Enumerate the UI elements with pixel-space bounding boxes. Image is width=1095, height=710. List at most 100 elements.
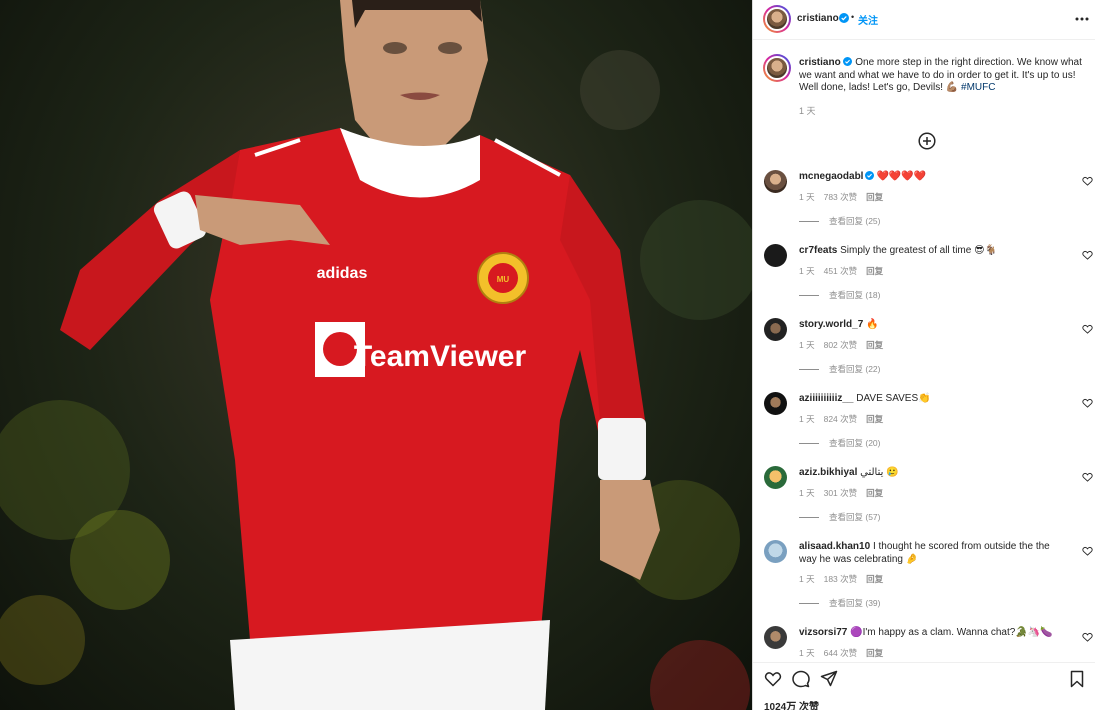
- share-send-icon[interactable]: [820, 670, 838, 688]
- caption-verified-badge-icon: [843, 57, 853, 66]
- comment-username[interactable]: vizsorsi77: [799, 627, 847, 638]
- view-replies-label: 查看回复 (39): [829, 598, 881, 608]
- caption-timestamp: 1 天: [799, 106, 816, 116]
- view-replies-button[interactable]: 查看回复 (39): [799, 597, 880, 609]
- comment-username[interactable]: alisaad.khan10: [799, 541, 870, 552]
- view-replies-button[interactable]: 查看回复 (22): [799, 363, 880, 375]
- comment-like-heart-icon[interactable]: [1082, 250, 1093, 260]
- comment-like-heart-icon[interactable]: [1082, 472, 1093, 482]
- comment-username[interactable]: aziz.bikhiyal: [799, 467, 857, 478]
- view-replies-button[interactable]: 查看回复 (20): [799, 437, 880, 449]
- view-replies-line: [799, 443, 819, 445]
- comment-reply-button[interactable]: 回复: [866, 266, 883, 276]
- likes-count[interactable]: 1024万 次赞: [764, 698, 819, 710]
- comment-reply-button[interactable]: 回复: [866, 340, 883, 350]
- comment-meta: 1 天 301 次赞 回复: [799, 487, 892, 499]
- view-replies-line: [799, 603, 819, 605]
- comment-text-block: alisaad.khan10 I thought he scored from …: [799, 541, 1069, 566]
- player-illustration: MU adidas TeamViewer: [0, 0, 752, 710]
- comment-bubble-icon[interactable]: [792, 670, 810, 688]
- comment-reply-button[interactable]: 回复: [866, 648, 883, 658]
- view-replies-label: 查看回复 (22): [829, 364, 881, 374]
- author-avatar[interactable]: [763, 5, 791, 33]
- view-replies-label: 查看回复 (25): [829, 216, 881, 226]
- comment-meta: 1 天 451 次赞 回复: [799, 265, 892, 277]
- post-header: cristiano • 关注: [753, 0, 1095, 40]
- view-replies-line: [799, 517, 819, 519]
- svg-text:adidas: adidas: [317, 265, 368, 282]
- comment-timestamp: 1 天: [799, 192, 815, 202]
- view-replies-button[interactable]: 查看回复 (57): [799, 511, 880, 523]
- comment-row: aziiiiiiiiiiz__ DAVE SAVES👏 1 天 824 次赞 回复 查看…: [753, 382, 1095, 456]
- more-options-icon[interactable]: [1073, 11, 1091, 27]
- comment-verified-badge-icon: [865, 171, 875, 180]
- comment-meta: 1 天 644 次赞 回复: [799, 647, 892, 659]
- comment-username[interactable]: mcnegaodabl: [799, 171, 863, 182]
- author-username[interactable]: cristiano: [797, 13, 839, 24]
- comment-like-count[interactable]: 301 次赞: [824, 488, 858, 498]
- comment-body: 🟣I'm happy as a clam. Wanna chat?🐊🦄🍆: [850, 627, 1053, 638]
- view-replies-button[interactable]: 查看回复 (18): [799, 289, 880, 301]
- comment-avatar[interactable]: [764, 626, 787, 649]
- comment-avatar[interactable]: [764, 466, 787, 489]
- load-more-comments-icon[interactable]: [918, 132, 936, 150]
- comment-row: aziz.bikhiyal يتالتي 🥲 1 天 301 次赞 回复 查看回复 (5…: [753, 456, 1095, 530]
- save-bookmark-icon[interactable]: [1068, 670, 1086, 688]
- comment-like-count[interactable]: 644 次赞: [824, 648, 858, 658]
- comment-like-count[interactable]: 783 次赞: [824, 192, 858, 202]
- comment-like-heart-icon[interactable]: [1082, 546, 1093, 556]
- comment-username[interactable]: aziiiiiiiiiiz__: [799, 393, 853, 404]
- separator-dot: •: [851, 12, 855, 22]
- caption-author-avatar[interactable]: [763, 54, 791, 82]
- comment-avatar[interactable]: [764, 392, 787, 415]
- post-caption: cristiano One more step in the right dir…: [799, 57, 1091, 95]
- follow-button[interactable]: 关注: [858, 12, 878, 27]
- post-photo[interactable]: MU adidas TeamViewer: [0, 0, 752, 710]
- comment-like-count[interactable]: 824 次赞: [824, 414, 858, 424]
- comment-row: mcnegaodabl ❤️❤️❤️❤️ 1 天 783 次赞 回复查看回复 (25): [753, 160, 1095, 234]
- comment-body: ❤️❤️❤️❤️: [876, 171, 927, 182]
- comment-text-block: vizsorsi77 🟣I'm happy as a clam. Wanna c…: [799, 627, 1069, 640]
- comments-list[interactable]: mcnegaodabl ❤️❤️❤️❤️ 1 天 783 次赞 回复 查看回复 (25) c…: [753, 160, 1095, 660]
- comment-like-heart-icon[interactable]: [1082, 632, 1093, 642]
- comment-body: DAVE SAVES👏: [856, 393, 931, 404]
- comment-avatar[interactable]: [764, 540, 787, 563]
- comment-like-count[interactable]: 183 次赞: [824, 574, 858, 584]
- comment-text-block: aziz.bikhiyal يتالتي 🥲: [799, 467, 1069, 480]
- sponsor-text: TeamViewer: [354, 340, 527, 373]
- view-replies-line: [799, 369, 819, 371]
- comment-username[interactable]: story.world_7: [799, 319, 863, 330]
- like-heart-icon[interactable]: [764, 670, 782, 688]
- comment-avatar[interactable]: [764, 244, 787, 267]
- comment-avatar[interactable]: [764, 318, 787, 341]
- comment-like-heart-icon[interactable]: [1082, 324, 1093, 334]
- comment-avatar[interactable]: [764, 170, 787, 193]
- svg-text:MU: MU: [497, 275, 510, 284]
- view-replies-button[interactable]: 查看回复 (25): [799, 215, 880, 227]
- comment-row: story.world_7 🔥 1 天 802 次赞 回复查看回复 (22): [753, 308, 1095, 382]
- comment-body: يتالتي 🥲: [860, 467, 899, 478]
- view-replies-label: 查看回复 (18): [829, 290, 881, 300]
- comment-username[interactable]: cr7feats: [799, 245, 837, 256]
- comment-like-count[interactable]: 451 次赞: [824, 266, 858, 276]
- comment-reply-button[interactable]: 回复: [866, 488, 883, 498]
- caption-username[interactable]: cristiano: [799, 57, 841, 68]
- view-replies-line: [799, 221, 819, 223]
- comment-like-count[interactable]: 802 次赞: [824, 340, 858, 350]
- comment-timestamp: 1 天: [799, 574, 815, 584]
- comment-text-block: mcnegaodabl ❤️❤️❤️❤️: [799, 171, 1069, 184]
- comment-row: cr7feats Simply the greatest of all time…: [753, 234, 1095, 308]
- post-dialog: MU adidas TeamViewer cristiano • 关注 cris…: [0, 0, 1095, 710]
- caption-hashtag[interactable]: #MUFC: [961, 82, 995, 93]
- comment-meta: 1 天 802 次赞 回复: [799, 339, 892, 351]
- comment-like-heart-icon[interactable]: [1082, 398, 1093, 408]
- comment-reply-button[interactable]: 回复: [866, 574, 883, 584]
- comment-reply-button[interactable]: 回复: [866, 192, 883, 202]
- comment-timestamp: 1 天: [799, 648, 815, 658]
- comment-row: vizsorsi77 🟣I'm happy as a clam. Wanna c…: [753, 616, 1095, 660]
- comment-body: 🔥: [866, 319, 879, 330]
- comment-meta: 1 天 824 次赞 回复: [799, 413, 892, 425]
- comment-body: Simply the greatest of all time 😎🐐: [840, 245, 997, 256]
- comment-reply-button[interactable]: 回复: [866, 414, 883, 424]
- comment-like-heart-icon[interactable]: [1082, 176, 1093, 186]
